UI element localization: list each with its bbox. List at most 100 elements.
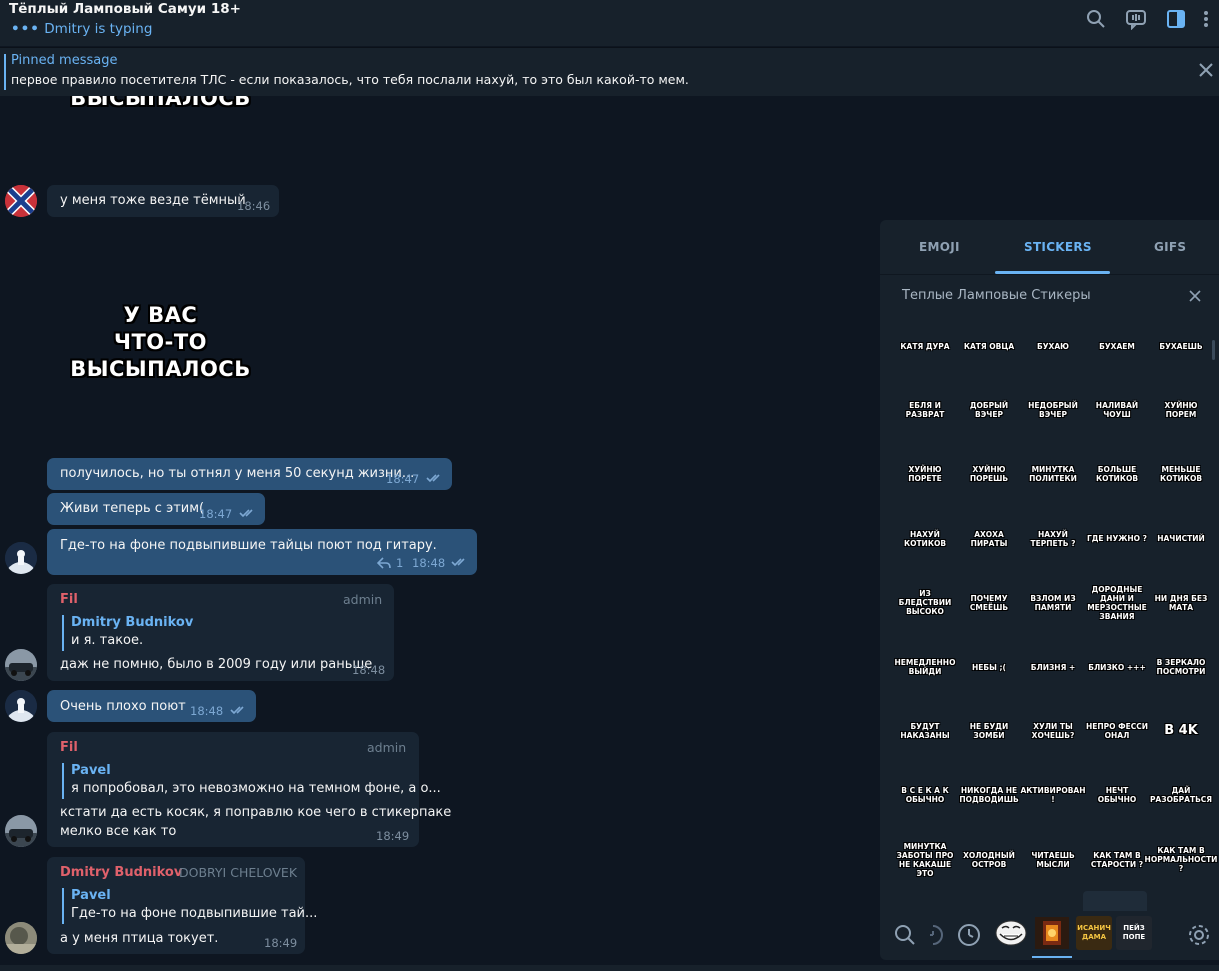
sticker-item[interactable]: ХУЛИ ТЫ ХОЧЕШЬ?: [1022, 703, 1084, 759]
sticker-item[interactable]: НАЛИВАЙ ЧОУШ: [1086, 382, 1148, 438]
message-bubble[interactable]: Где-то на фоне подвыпившие тайцы поют по…: [47, 529, 477, 575]
reply-count[interactable]: 1: [396, 556, 403, 570]
pinned-close-button[interactable]: [1197, 61, 1215, 79]
message-bubble[interactable]: Dmitry Budnikov DOBRYI CHELOVEK Pavel Гд…: [47, 857, 317, 954]
sticker-item[interactable]: БУДУТ НАКАЗАНЫ: [894, 703, 956, 759]
sender-name[interactable]: Fil: [60, 740, 78, 755]
sender-name[interactable]: Dmitry Budnikov: [60, 865, 182, 880]
sticker-pack-trollface[interactable]: [993, 916, 1029, 950]
sticker-label: БОЛЬШЕ КОТИКОВ: [1095, 465, 1139, 484]
sticker-item[interactable]: НИКОГДА НЕ ПОДВОДИШЬ: [958, 767, 1020, 823]
recent-stickers-button[interactable]: [956, 922, 982, 948]
sticker-label: ГДЕ НУЖНО ?: [1086, 534, 1148, 544]
message-bubble[interactable]: получилось, но ты отнял у меня 50 секунд…: [47, 458, 452, 490]
sticker-item[interactable]: КАТЯ ДУРА: [894, 318, 956, 374]
sticker-label: МЕНЬШЕ КОТИКОВ: [1159, 465, 1203, 484]
sticker-item[interactable]: КАК ТАМ В СТАРОСТИ ?: [1086, 832, 1148, 888]
sticker-item[interactable]: В С Е К А К ОБЫЧНО: [894, 767, 956, 823]
sticker-item[interactable]: ХУЙНЮ ПОРЕШЬ: [958, 446, 1020, 502]
avatar[interactable]: [5, 690, 37, 722]
sticker-item[interactable]: ХУЙНЮ ПОРЕМ: [1150, 382, 1212, 438]
reply-quote[interactable]: Dmitry Budnikov и я. такое.: [62, 615, 384, 651]
sticker-pack-lamp[interactable]: [1034, 916, 1070, 950]
sticker-item[interactable]: ХУЙНЮ ПОРЕТЕ: [894, 446, 956, 502]
recent-gif-button[interactable]: [920, 922, 946, 948]
sticker-item[interactable]: БЛИЗНЯ +: [1022, 639, 1084, 695]
reply-quote[interactable]: Pavel я попробовал, это невозможно на те…: [62, 763, 441, 799]
avatar[interactable]: [5, 815, 37, 847]
sticker-item[interactable]: МЕНЬШЕ КОТИКОВ: [1150, 446, 1212, 502]
search-button[interactable]: [1084, 7, 1108, 31]
astronaut-avatar-icon: [5, 542, 37, 574]
sticker-item[interactable]: НАХУЙ КОТИКОВ: [894, 511, 956, 567]
tab-stickers[interactable]: STICKERS: [1024, 240, 1092, 254]
sticker-item[interactable]: В 4K: [1150, 703, 1212, 759]
sticker-item[interactable]: АХОХА ПИРАТЫ: [958, 511, 1020, 567]
sticker-item[interactable]: ЧИТАЕШЬ МЫСЛИ: [1022, 832, 1084, 888]
sticker-item[interactable]: НЕБЫ ;(: [958, 639, 1020, 695]
sticker-item[interactable]: НЕДОБРЫЙ ВЭЧЕР: [1022, 382, 1084, 438]
sticker-item[interactable]: ХОЛОДНЫЙ ОСТРОВ: [958, 832, 1020, 888]
sticker-item[interactable]: ДОБРЫЙ ВЭЧЕР: [958, 382, 1020, 438]
sticker-item[interactable]: НЕПРО ФЕССИ ОНАЛ: [1086, 703, 1148, 759]
sticker-item[interactable]: АКТИВИРОВАН !: [1021, 767, 1086, 823]
sticker-item[interactable]: НИ ДНЯ БЕЗ МАТА: [1150, 575, 1212, 631]
sidebar-toggle-button[interactable]: [1164, 7, 1188, 31]
sticker-item[interactable]: ГДЕ НУЖНО ?: [1086, 511, 1148, 567]
sticker-item[interactable]: В ЗЕРКАЛО ПОСМОТРИ: [1150, 639, 1212, 695]
sticker-item[interactable]: НЕМЕДЛЕННО ВЫЙДИ: [894, 639, 956, 695]
message-bubble[interactable]: Fil admin Dmitry Budnikov и я. такое. да…: [47, 584, 394, 681]
sticker-item[interactable]: ЕБЛЯ И РАЗВРАТ: [894, 382, 956, 438]
sticker-item[interactable]: КАК ТАМ В НОРМАЛЬНОСТИ ?: [1145, 832, 1218, 888]
sticker-item[interactable]: ПОЧЕМУ СМЕЁШЬ: [958, 575, 1020, 631]
sticker-item[interactable]: ИЗ БЛЕДСТВИИ ВЫСОКО: [894, 575, 956, 631]
reply-quote[interactable]: Pavel Где-то на фоне подвыпившие тай...: [62, 888, 317, 924]
settings-icon: [1189, 925, 1209, 945]
sticker-item[interactable]: МИНУТКА ЗАБОТЫ ПРО НЕ КАКАШЕ ЭТО: [894, 832, 956, 888]
video-chat-button[interactable]: [1124, 7, 1148, 31]
sticker-item[interactable]: БОЛЬШЕ КОТИКОВ: [1086, 446, 1148, 502]
sticker-partial-cell[interactable]: [1083, 891, 1147, 911]
sticker-label: В ЗЕРКАЛО ПОСМОТРИ: [1156, 658, 1206, 676]
message-text: а у меня птица токует.: [60, 931, 219, 946]
message-bubble[interactable]: Очень плохо поют 18:48: [47, 690, 256, 722]
sender-name[interactable]: Fil: [60, 592, 78, 607]
message-bubble[interactable]: Живи теперь с этим( 18:47: [47, 493, 265, 525]
sticker-item[interactable]: МИНУТКА ПОЛИТЕКИ: [1022, 446, 1084, 502]
sticker-label: БУДУТ НАКАЗАНЫ: [900, 722, 950, 741]
quote-text: я попробовал, это невозможно на темном ф…: [71, 781, 441, 796]
message-bubble[interactable]: у меня тоже везде тёмный 18:46: [47, 185, 279, 217]
sticker-item[interactable]: ДОРОДНЫЕ ДАНИ И МЕРЗОСТНЫЕ ЗВАНИЯ: [1086, 575, 1148, 631]
sticker-scrollbar[interactable]: [1212, 340, 1215, 360]
sticker-item[interactable]: НЕЧТ ОБЫЧНО: [1086, 767, 1148, 823]
sticker-item[interactable]: ВЗЛОМ ИЗ ПАМЯТИ: [1022, 575, 1084, 631]
sticker-item[interactable]: НАХУЙ ТЕРПЕТЬ ?: [1022, 511, 1084, 567]
reply-icon[interactable]: [377, 557, 391, 569]
sticker-item[interactable]: БУХАЮ: [1022, 318, 1084, 374]
avatar[interactable]: [5, 542, 37, 574]
avatar[interactable]: [5, 185, 37, 217]
sticker-top-partial[interactable]: ВЫСЫПАЛОСЬ: [63, 96, 258, 108]
more-button[interactable]: [1199, 7, 1213, 31]
sticker-item[interactable]: БЛИЗКО +++: [1086, 639, 1148, 695]
sticker-item[interactable]: БУХАЕМ: [1086, 318, 1148, 374]
sticker-item[interactable]: БУХАЕШЬ: [1150, 318, 1212, 374]
sticker-pack-dama[interactable]: ИСАНИЧ ДАМА: [1076, 916, 1112, 950]
chat-title[interactable]: Тёплый Ламповый Самуи 18+: [9, 1, 241, 17]
pinned-message-bar[interactable]: Pinned message первое правило посетителя…: [0, 47, 1219, 96]
message-bubble[interactable]: Fil admin Pavel я попробовал, это невозм…: [47, 732, 451, 847]
avatar[interactable]: [5, 922, 37, 954]
avatar[interactable]: [5, 649, 37, 681]
sticker-settings-button[interactable]: [1186, 922, 1212, 948]
sticker-item[interactable]: НЕ БУДИ ЗОМБИ: [958, 703, 1020, 759]
pack-close-button[interactable]: [1188, 288, 1202, 302]
divider: [880, 274, 1219, 275]
sticker-search-button[interactable]: [892, 922, 918, 948]
sticker-vysypalos[interactable]: У ВАС ЧТО-ТО ВЫСЫПАЛОСЬ: [58, 302, 263, 383]
sticker-item[interactable]: ДАЙ РАЗОБРАТЬСЯ: [1150, 767, 1212, 823]
tab-emoji[interactable]: EMOJI: [919, 240, 960, 254]
tab-gifs[interactable]: GIFS: [1154, 240, 1186, 254]
sticker-pack-other[interactable]: ПЕЙЗ ПОПЕ: [1116, 916, 1152, 950]
sticker-item[interactable]: НАЧИСТИЙ: [1150, 511, 1212, 567]
sticker-item[interactable]: КАТЯ ОВЦА: [958, 318, 1020, 374]
